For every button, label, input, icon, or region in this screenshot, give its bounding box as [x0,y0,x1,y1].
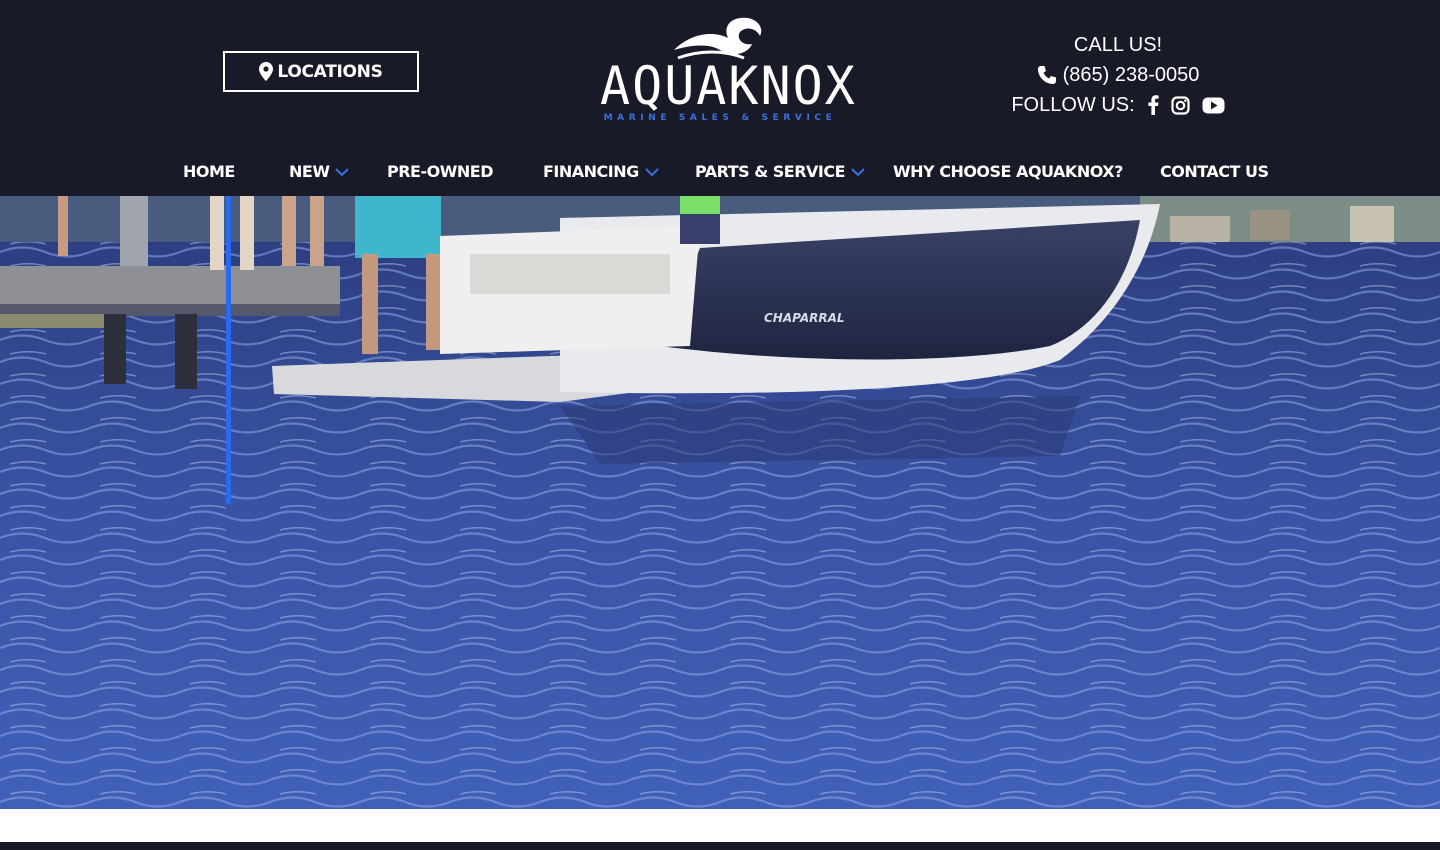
chevron-down-icon [335,168,350,177]
social-links [1147,95,1225,115]
instagram-icon[interactable] [1171,95,1190,115]
nav-item-home[interactable]: HOME [183,160,235,184]
nav-item-financing[interactable]: FINANCING [543,160,659,184]
phone-link[interactable]: (865) 238-0050 [1000,60,1236,90]
nav-label: CONTACT US [1160,162,1269,181]
nav-label: PRE-OWNED [387,162,493,181]
nav-item-parts-service[interactable]: PARTS & SERVICE [695,160,865,184]
nav-label: PARTS & SERVICE [695,162,846,181]
map-pin-icon [259,62,274,81]
boat-brand-text: CHAPARRAL [764,311,845,325]
nav-item-pre-owned[interactable]: PRE-OWNED [387,160,493,184]
follow-us-row: FOLLOW US: [1000,90,1236,120]
main-navigation: HOME NEW PRE-OWNED FINANCING PARTS & SER… [0,148,1440,196]
chevron-down-icon [645,168,659,177]
follow-us-label: FOLLOW US: [1011,94,1135,116]
locations-label: LOCATIONS [277,61,383,82]
logo-tagline: MARINE SALES & SERVICE [603,113,837,123]
footer-strip [0,842,1440,850]
nav-label: WHY CHOOSE AQUAKNOX? [893,162,1123,181]
hero-video-banner[interactable]: CHAPARRAL [0,196,1440,809]
locations-button[interactable]: LOCATIONS [223,51,419,92]
youtube-icon[interactable] [1202,97,1225,114]
facebook-icon[interactable] [1147,95,1159,115]
nav-label: FINANCING [543,162,639,181]
phone-icon [1037,66,1056,84]
nav-label: NEW [289,162,330,181]
nav-item-new[interactable]: NEW [289,160,350,184]
call-us-label: CALL US! [1073,34,1163,56]
hero-scene-image: CHAPARRAL [0,196,1440,809]
nav-label: HOME [183,162,235,181]
logo-wordmark: AQUAKNOX [600,55,857,117]
nav-item-contact-us[interactable]: CONTACT US [1160,160,1269,184]
contact-block: CALL US! (865) 238-0050 FOLLOW US: [1000,30,1236,120]
aquaknox-logo[interactable]: AQUAKNOX MARINE SALES & SERVICE [600,14,857,130]
chevron-down-icon [851,168,865,177]
site-header: LOCATIONS AQUAKNOX MARINE SALES & SERVIC… [0,0,1440,196]
nav-item-why-choose[interactable]: WHY CHOOSE AQUAKNOX? [893,160,1123,184]
phone-number: (865) 238-0050 [1062,64,1200,86]
hero-bottom-band [0,809,1440,842]
wave-logo-icon [674,17,762,60]
